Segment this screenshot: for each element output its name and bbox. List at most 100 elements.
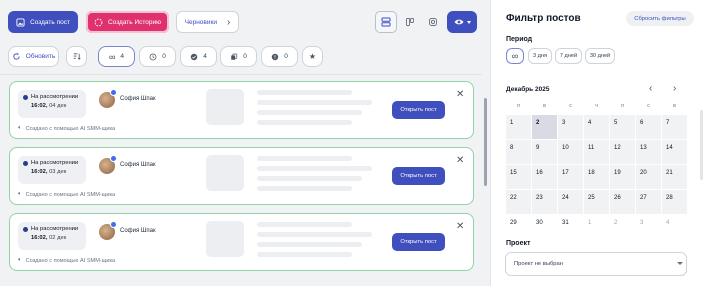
text-skeleton-line	[257, 156, 352, 161]
list-view-icon	[381, 17, 391, 27]
refresh-button[interactable]: Обновить	[8, 46, 59, 67]
project-select[interactable]: Проект не выбран	[505, 252, 687, 276]
close-icon[interactable]: ✕	[456, 222, 464, 232]
author-name: София Шпак	[120, 96, 156, 102]
calendar-day[interactable]: 18	[584, 165, 609, 189]
favorites-button[interactable]: ★	[302, 46, 323, 67]
visibility-dropdown-button[interactable]	[447, 11, 477, 33]
panel-scrollbar[interactable]	[700, 110, 703, 180]
calendar-day[interactable]: 11	[584, 140, 609, 164]
calendar-day[interactable]: 17	[558, 165, 583, 189]
instagram-view-button[interactable]	[422, 11, 444, 33]
calendar-day[interactable]: 22	[506, 190, 531, 214]
calendar-day[interactable]: 27	[636, 190, 661, 214]
calendar-day[interactable]: 20	[636, 165, 661, 189]
calendar-day[interactable]: 7	[662, 115, 687, 139]
filter-scheduled-chip[interactable]: 0	[139, 46, 176, 67]
calendar-day[interactable]: 5	[610, 115, 635, 139]
posts-scrollbar[interactable]	[484, 98, 487, 186]
calendar-day[interactable]: 8	[506, 140, 531, 164]
calendar-day[interactable]: 3	[636, 215, 661, 239]
period-all-button[interactable]: ∞	[506, 48, 524, 64]
calendar-day[interactable]: 24	[558, 190, 583, 214]
calendar-day[interactable]: 31	[558, 215, 583, 239]
post-date: 03 дек	[49, 169, 67, 175]
pending-status-icon	[23, 226, 28, 232]
ai-note-label: Создано с помощью AI SMM-щика	[25, 125, 116, 132]
open-post-button[interactable]: Открыть пост	[392, 233, 445, 251]
author-name: София Шпак	[120, 228, 156, 234]
status-label: На рассмотрении	[31, 226, 79, 232]
calendar-day[interactable]: 12	[610, 140, 635, 164]
create-story-button[interactable]: Создать Историю	[86, 11, 169, 33]
image-icon	[16, 17, 25, 27]
calendar-day[interactable]: 21	[662, 165, 687, 189]
chevron-right-icon[interactable]: ›	[673, 83, 676, 94]
calendar-day[interactable]: 14	[662, 140, 687, 164]
calendar-day[interactable]: 9	[532, 140, 557, 164]
calendar-day[interactable]: 4	[662, 215, 687, 239]
calendar-day[interactable]: 10	[558, 140, 583, 164]
post-card[interactable]: На рассмотрении 16:02, 02 дек София Шпак…	[9, 213, 474, 271]
calendar-day[interactable]: 1	[584, 215, 609, 239]
period-3-days-button[interactable]: 3 дня	[528, 48, 552, 64]
close-icon[interactable]: ✕	[456, 90, 464, 100]
calendar-day[interactable]: 30	[532, 215, 557, 239]
filter-published-chip[interactable]: 4	[180, 46, 217, 67]
weekday-label: с	[569, 103, 572, 109]
ai-note: 🔈︎ Создано с помощью AI SMM-щика	[18, 191, 115, 198]
sort-icon	[73, 53, 81, 60]
filter-all-chip[interactable]: ∞ 4	[98, 46, 135, 67]
list-view-button[interactable]	[375, 11, 397, 33]
calendar-day[interactable]: 13	[636, 140, 661, 164]
post-card[interactable]: На рассмотрении 16:02, 03 дек София Шпак…	[9, 147, 474, 205]
calendar-day[interactable]: 3	[558, 115, 583, 139]
calendar-day[interactable]: 19	[610, 165, 635, 189]
filter-errors-chip[interactable]: 0	[261, 46, 298, 67]
status-label: На рассмотрении	[31, 94, 79, 100]
board-view-button[interactable]	[399, 11, 421, 33]
calendar-day[interactable]: 29	[506, 215, 531, 239]
text-skeleton-line	[257, 90, 352, 95]
calendar-day[interactable]: 4	[584, 115, 609, 139]
text-skeleton-line	[257, 232, 372, 237]
calendar-day[interactable]: 6	[636, 115, 661, 139]
calendar-day[interactable]: 26	[610, 190, 635, 214]
calendar-day[interactable]: 16	[532, 165, 557, 189]
story-circle-icon	[94, 18, 103, 26]
posts-area: Создать пост Создать Историю Черновики ›…	[0, 0, 490, 286]
close-icon[interactable]: ✕	[456, 156, 464, 166]
check-circle-icon	[190, 53, 198, 60]
post-thumbnail	[206, 221, 244, 257]
open-post-button[interactable]: Открыть пост	[392, 101, 445, 119]
weekday-label: с	[647, 103, 650, 109]
text-skeleton-line	[257, 110, 362, 115]
create-post-label: Создать пост	[30, 18, 70, 26]
period-30-days-button[interactable]: 30 дней	[585, 48, 615, 64]
create-story-label: Создать Историю	[107, 18, 162, 26]
calendar-day[interactable]: 2	[610, 215, 635, 239]
status-box: На рассмотрении 16:02, 02 дек	[18, 222, 86, 250]
reset-filters-button[interactable]: Сбросить фильтры	[626, 11, 694, 26]
text-skeleton-line	[257, 120, 352, 125]
period-7-days-button[interactable]: 7 дней	[555, 48, 582, 64]
filter-drafts-chip[interactable]: 0	[220, 46, 257, 67]
post-thumbnail	[206, 155, 244, 191]
drafts-button[interactable]: Черновики ›	[176, 11, 239, 33]
eye-icon	[454, 19, 463, 25]
refresh-label: Обновить	[25, 53, 56, 60]
calendar-day[interactable]: 15	[506, 165, 531, 189]
weekday-label: в	[673, 103, 676, 109]
calendar-day[interactable]: 25	[584, 190, 609, 214]
weekday-label: п	[621, 103, 624, 109]
status-box: На рассмотрении 16:02, 03 дек	[18, 156, 86, 184]
calendar-day[interactable]: 1	[506, 115, 531, 139]
chevron-left-icon[interactable]: ‹	[649, 83, 652, 94]
sort-button[interactable]	[66, 46, 87, 67]
calendar-day[interactable]: 2	[532, 115, 557, 139]
open-post-button[interactable]: Открыть пост	[392, 167, 445, 185]
calendar-day[interactable]: 28	[662, 190, 687, 214]
post-card[interactable]: На рассмотрении 16:02, 04 дек София Шпак…	[9, 81, 474, 139]
create-post-button[interactable]: Создать пост	[8, 11, 78, 33]
calendar-day[interactable]: 23	[532, 190, 557, 214]
